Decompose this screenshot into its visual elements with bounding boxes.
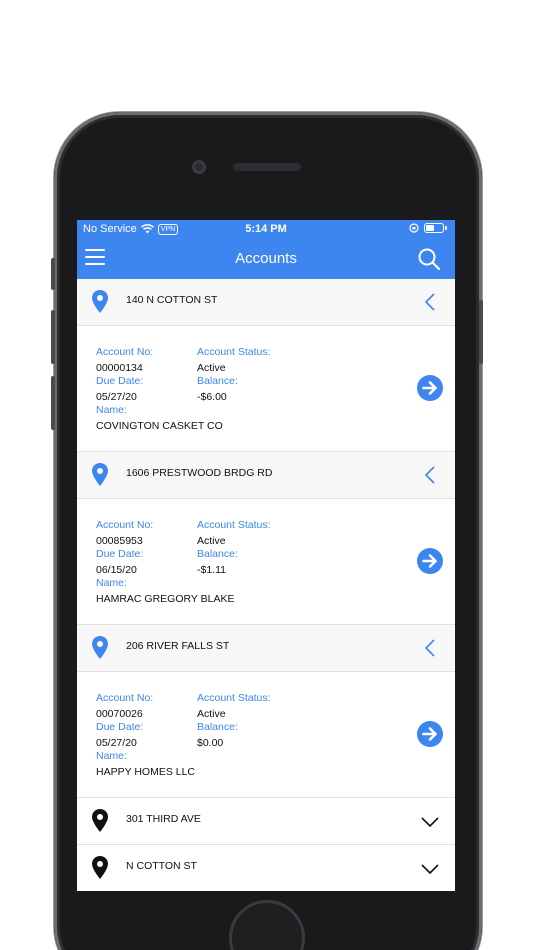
arrow-right-circle-icon[interactable] <box>417 375 443 401</box>
account-status-value: Active <box>197 708 226 720</box>
battery-icon <box>424 223 444 233</box>
balance-value: $0.00 <box>197 737 224 749</box>
balance-value: -$6.00 <box>197 391 227 403</box>
map-pin-icon <box>92 856 108 879</box>
account-no-label: Account No: <box>96 346 154 358</box>
address-header[interactable]: 206 RIVER FALLS ST <box>77 625 455 672</box>
status-bar: No Service VPN 5:14 PM <box>77 220 455 240</box>
account-card: Account No: Account Status: 00085953 Act… <box>77 499 455 625</box>
account-card: Account No: Account Status: 00000134 Act… <box>77 326 455 452</box>
address-label: 1606 PRESTWOOD BRDG RD <box>126 467 273 479</box>
balance-label: Balance: <box>197 548 238 560</box>
status-time: 5:14 PM <box>245 223 287 235</box>
name-label: Name: <box>96 577 127 589</box>
name-value: HAPPY HOMES LLC <box>96 766 196 778</box>
battery-tip <box>445 226 447 230</box>
account-no-value: 00070026 <box>96 708 143 720</box>
due-date-label: Due Date: <box>96 721 144 733</box>
account-no-label: Account No: <box>96 692 154 704</box>
chevron-down-icon[interactable] <box>421 812 439 832</box>
name-label: Name: <box>96 404 127 416</box>
account-status-label: Account Status: <box>197 519 271 531</box>
account-no-label: Account No: <box>96 519 154 531</box>
due-date-label: Due Date: <box>96 548 144 560</box>
due-date-label: Due Date: <box>96 375 144 387</box>
map-pin-icon <box>92 463 108 486</box>
balance-label: Balance: <box>197 721 238 733</box>
address-label: 206 RIVER FALLS ST <box>126 640 230 652</box>
earpiece-speaker <box>233 163 301 171</box>
account-no-value: 00085953 <box>96 535 143 547</box>
app-header: No Service VPN 5:14 PM Accounts <box>77 220 455 279</box>
due-date-value: 06/15/20 <box>96 564 137 576</box>
due-date-value: 05/27/20 <box>96 737 137 749</box>
phone-volume-up <box>51 310 55 364</box>
address-header[interactable]: 1606 PRESTWOOD BRDG RD <box>77 452 455 499</box>
phone-volume-down <box>51 376 55 430</box>
orientation-lock-icon <box>409 223 419 233</box>
address-header[interactable]: 140 N COTTON ST <box>77 279 455 326</box>
account-status-value: Active <box>197 535 226 547</box>
front-camera <box>192 160 206 174</box>
name-value: COVINGTON CASKET CO <box>96 420 223 432</box>
search-icon[interactable] <box>417 247 441 271</box>
chevron-left-icon[interactable] <box>421 638 439 658</box>
accounts-list: 140 N COTTON ST Account No: Account Stat… <box>77 279 455 891</box>
account-card: Account No: Account Status: 00070026 Act… <box>77 672 455 798</box>
address-label: 301 THIRD AVE <box>126 813 201 825</box>
account-status-value: Active <box>197 362 226 374</box>
app-screen: No Service VPN 5:14 PM Accounts 140 N CO… <box>77 220 455 891</box>
balance-value: -$1.11 <box>197 564 226 576</box>
address-label: N COTTON ST <box>126 860 197 872</box>
phone-power-button <box>479 300 483 364</box>
phone-side-button <box>51 258 55 290</box>
name-value: HAMRAC GREGORY BLAKE <box>96 593 235 605</box>
name-label: Name: <box>96 750 127 762</box>
chevron-down-icon[interactable] <box>421 859 439 879</box>
due-date-value: 05/27/20 <box>96 391 137 403</box>
balance-label: Balance: <box>197 375 238 387</box>
map-pin-icon <box>92 636 108 659</box>
nav-bar: Accounts <box>77 240 455 279</box>
address-header[interactable]: 301 THIRD AVE <box>77 798 455 845</box>
map-pin-icon <box>92 290 108 313</box>
arrow-right-circle-icon[interactable] <box>417 721 443 747</box>
account-no-value: 00000134 <box>96 362 143 374</box>
address-header[interactable]: N COTTON ST <box>77 845 455 891</box>
arrow-right-circle-icon[interactable] <box>417 548 443 574</box>
status-right <box>409 223 447 233</box>
chevron-left-icon[interactable] <box>421 292 439 312</box>
account-status-label: Account Status: <box>197 346 271 358</box>
address-label: 140 N COTTON ST <box>126 294 218 306</box>
page-title: Accounts <box>235 250 297 267</box>
account-status-label: Account Status: <box>197 692 271 704</box>
chevron-left-icon[interactable] <box>421 465 439 485</box>
map-pin-icon <box>92 809 108 832</box>
